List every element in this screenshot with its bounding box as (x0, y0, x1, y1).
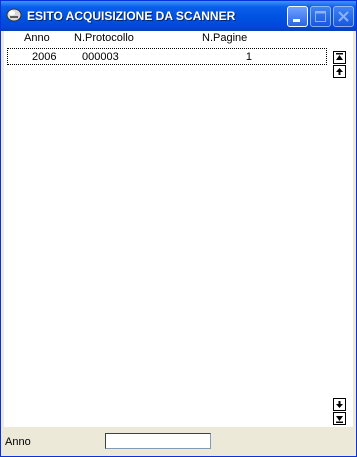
status-bar: Anno (1, 427, 356, 456)
anno-field[interactable] (105, 433, 211, 449)
scroll-down-button[interactable] (333, 398, 346, 411)
column-header-protocollo[interactable]: N.Protocollo (74, 31, 134, 45)
cell-protocollo: 000003 (82, 51, 119, 63)
close-icon (338, 11, 349, 22)
close-button[interactable] (333, 6, 354, 27)
minimize-button[interactable] (287, 6, 308, 27)
title-bar[interactable]: ESITO ACQUISIZIONE DA SCANNER (1, 1, 356, 31)
scanner-icon (6, 8, 22, 22)
scroll-bottom-icon (336, 416, 343, 423)
cell-anno: 2006 (32, 51, 57, 63)
column-header-pagine[interactable]: N.Pagine (202, 31, 247, 45)
scroll-top-button[interactable] (333, 51, 346, 64)
scroll-bottom-button[interactable] (333, 412, 346, 425)
scroll-up-button[interactable] (333, 65, 346, 78)
window: ESITO ACQUISIZIONE DA SCANNER Anno N.Pro… (0, 0, 357, 457)
minimize-icon (293, 19, 300, 22)
anno-label: Anno (5, 436, 31, 448)
results-grid: Anno N.Protocollo N.Pagine 2006 000003 1 (4, 31, 353, 427)
scroll-up-icon (336, 68, 343, 75)
scroll-down-icon (336, 401, 343, 408)
maximize-icon (315, 11, 326, 22)
vertical-scrollbar[interactable] (332, 47, 348, 427)
window-title: ESITO ACQUISIZIONE DA SCANNER (27, 9, 236, 23)
cell-pagine: 1 (245, 51, 252, 63)
column-header-anno[interactable]: Anno (24, 31, 50, 45)
maximize-button[interactable] (310, 6, 331, 27)
table-row[interactable]: 2006 000003 1 (7, 48, 327, 65)
scroll-top-icon (336, 53, 343, 60)
